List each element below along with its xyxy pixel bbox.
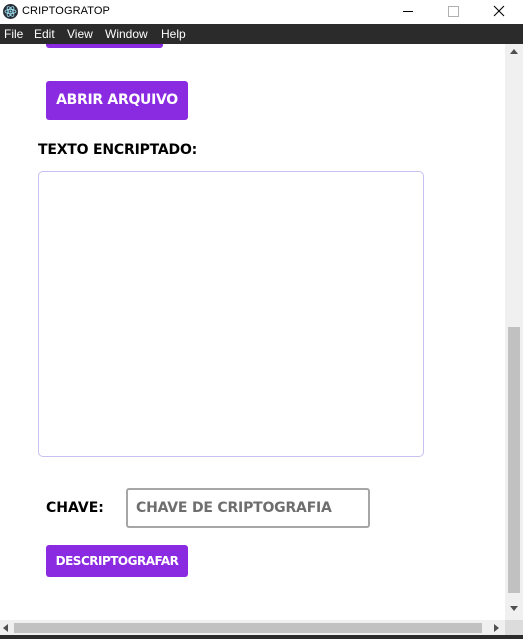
vertical-scroll-thumb[interactable] [508,327,520,593]
minimize-button[interactable] [386,0,432,24]
close-icon [493,5,505,17]
menu-bar: File Edit View Window Help [0,24,523,44]
menu-view[interactable]: View [67,27,93,41]
menu-window[interactable]: Window [105,27,148,41]
title-bar: CRIPTOGRATOP [0,0,523,24]
key-input[interactable]: CHAVE DE CRIPTOGRAFIA [126,488,370,528]
minimize-icon [403,11,413,12]
close-button[interactable] [476,0,522,24]
encrypted-text-label: TEXTO ENCRIPTADO: [38,142,198,158]
scrollbar-corner [505,620,523,635]
maximize-icon [448,6,459,17]
horizontal-scrollbar[interactable] [0,620,505,635]
hidden-top-button[interactable] [46,44,163,48]
maximize-button[interactable] [430,0,476,24]
open-file-button[interactable]: ABRIR ARQUIVO [46,81,188,120]
encrypted-text-area[interactable] [38,171,424,457]
menu-help[interactable]: Help [161,27,186,41]
bottom-edge [0,635,523,639]
scroll-left-arrow-icon[interactable] [3,624,8,632]
key-input-placeholder: CHAVE DE CRIPTOGRAFIA [136,500,332,516]
menu-file[interactable]: File [4,27,23,41]
scroll-up-arrow-icon[interactable] [510,49,518,54]
window-title: CRIPTOGRATOP [22,5,110,17]
key-label: CHAVE: [46,500,104,516]
vertical-scrollbar[interactable] [505,44,523,620]
scroll-down-arrow-icon[interactable] [510,606,518,611]
electron-atom-icon [3,4,18,19]
scroll-right-arrow-icon[interactable] [494,624,499,632]
main-content: ABRIR ARQUIVO TEXTO ENCRIPTADO: CHAVE: C… [0,44,505,620]
horizontal-scroll-thumb[interactable] [14,623,482,633]
menu-edit[interactable]: Edit [34,27,55,41]
decrypt-button[interactable]: DESCRIPTOGRAFAR [46,545,188,577]
